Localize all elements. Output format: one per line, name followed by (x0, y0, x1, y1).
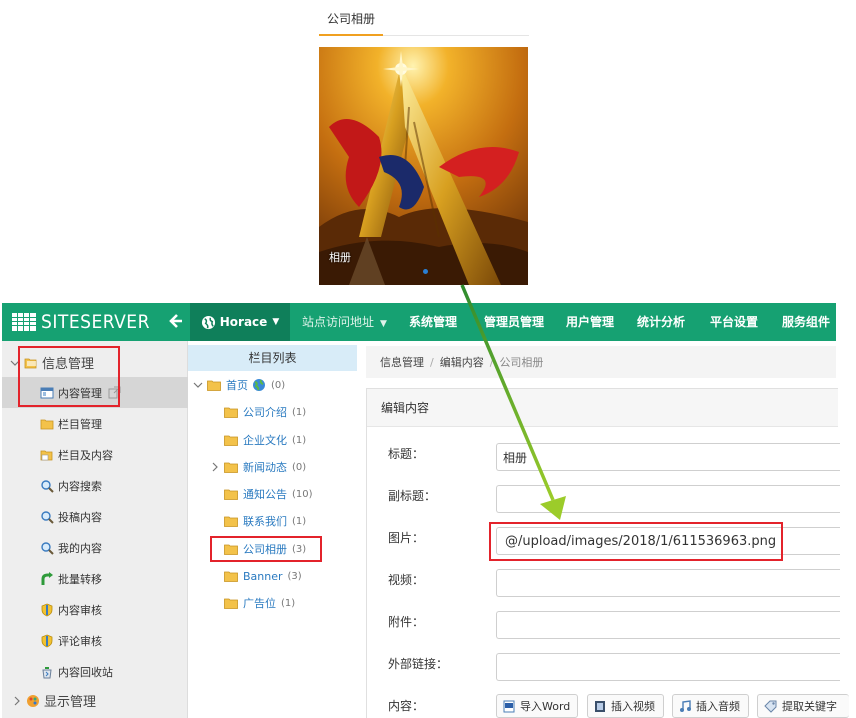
sidebar-item-my-content[interactable]: 我的内容 (2, 532, 188, 563)
collapse-sidebar-icon[interactable] (168, 313, 184, 329)
title-input[interactable] (496, 443, 840, 471)
subtitle-label: 副标题： (388, 489, 437, 503)
folder-icon (224, 489, 238, 500)
tag-icon (764, 700, 777, 713)
sidebar-item-content-manage[interactable]: 内容管理 (2, 377, 188, 408)
search-icon (41, 510, 54, 524)
sidebar-item-comment-review[interactable]: 评论审核 (2, 625, 188, 656)
nav-system[interactable]: 系统管理 (409, 303, 457, 341)
extract-keywords-button[interactable]: 提取关键字 (757, 694, 849, 718)
tree-root[interactable]: 首页 (0) (193, 375, 285, 395)
content-label: 内容： (388, 699, 425, 713)
recycle-icon (42, 666, 52, 678)
site-switch-button[interactable]: Horace ▼ (190, 303, 290, 341)
tree-item[interactable]: 企业文化 (1) (224, 430, 306, 450)
folder-icon (207, 380, 221, 391)
folder-icon (224, 598, 238, 609)
sidebar-item-batch-move[interactable]: 批量转移 (2, 563, 188, 594)
sidebar-group-info[interactable]: 信息管理 (2, 347, 188, 378)
breadcrumb-item[interactable]: 编辑内容 (440, 354, 484, 370)
logo: SITESERVER (12, 311, 150, 333)
chevron-down-icon (10, 360, 20, 366)
window-icon (40, 387, 54, 398)
attachment-input[interactable] (496, 611, 840, 639)
shield-icon (41, 634, 53, 647)
sidebar-item-content-search[interactable]: 内容搜索 (2, 470, 188, 501)
search-icon (41, 479, 54, 493)
channel-tree: 栏目列表 (188, 345, 358, 718)
insert-audio-button[interactable]: 插入音频 (672, 694, 749, 718)
logo-text: SITESERVER (41, 311, 150, 333)
nav-plugins[interactable]: 服务组件 (782, 303, 830, 341)
preview-caption: 相册 (329, 251, 351, 264)
external-link-input[interactable] (496, 653, 840, 681)
redirect-arrow-icon (41, 571, 53, 585)
tree-item[interactable]: 公司介绍 (1) (224, 402, 306, 422)
sidebar-item-channel-and-content[interactable]: 栏目及内容 (2, 439, 188, 470)
folder-open-icon (40, 450, 53, 460)
globe-icon[interactable] (252, 378, 266, 392)
subtitle-input[interactable] (496, 485, 840, 513)
caret-down-icon: ▼ (380, 319, 387, 329)
chevron-right-icon[interactable] (210, 462, 220, 472)
nav-admin[interactable]: 管理员管理 (484, 303, 544, 341)
sidebar-item-content-review[interactable]: 内容审核 (2, 594, 188, 625)
globe-icon (201, 315, 215, 329)
chevron-right-icon (14, 696, 20, 705)
logo-grid-icon (12, 313, 36, 331)
tree-item-album[interactable]: 公司相册 (3) (224, 539, 306, 559)
chevron-down-icon[interactable] (193, 380, 203, 390)
breadcrumb-current: 公司相册 (499, 356, 544, 369)
folder-open-icon (24, 358, 37, 368)
caret-down-icon: ▼ (272, 317, 280, 327)
word-doc-icon (503, 700, 515, 712)
music-note-icon (680, 699, 691, 712)
tree-item[interactable]: 广告位 (1) (224, 593, 295, 613)
folder-icon (224, 544, 238, 555)
attachment-label: 附件： (388, 615, 425, 629)
external-link-icon[interactable] (108, 386, 121, 399)
folder-icon (224, 462, 238, 473)
sidebar-group-display[interactable]: 显示管理 (2, 685, 188, 716)
external-link-label: 外部链接： (388, 657, 449, 671)
title-label: 标题： (388, 447, 425, 461)
sidebar-item-channel-manage[interactable]: 栏目管理 (2, 408, 188, 439)
top-header: SITESERVER Horace ▼ 站点访问地址 ▼ 系统管理 管理员管理 用… (2, 303, 836, 341)
shield-icon (41, 603, 53, 616)
carousel-dot[interactable] (423, 269, 428, 274)
nav-users[interactable]: 用户管理 (566, 303, 614, 341)
tree-header: 栏目列表 (188, 345, 357, 371)
folder-icon (40, 419, 54, 429)
breadcrumb: 信息管理 / 编辑内容 / 公司相册 (366, 346, 836, 378)
sidebar: 信息管理 内容管理 栏目管理 栏目及内容 内容搜索 投稿内容 我的内容 批量转移… (2, 341, 188, 718)
folder-icon (224, 571, 238, 582)
video-input[interactable] (496, 569, 840, 597)
nav-site-url[interactable]: 站点访问地址 ▼ (302, 303, 387, 341)
search-icon (41, 541, 54, 555)
sidebar-item-submissions[interactable]: 投稿内容 (2, 501, 188, 532)
tree-item[interactable]: 通知公告 (10) (224, 484, 313, 504)
preview-tab[interactable]: 公司相册 (319, 8, 383, 36)
folder-icon (224, 407, 238, 418)
image-url-input[interactable] (496, 527, 840, 555)
image-label: 图片： (388, 531, 425, 545)
panel-title: 编辑内容 (367, 389, 838, 427)
tree-item[interactable]: 联系我们 (1) (224, 511, 306, 531)
tree-item[interactable]: Banner (3) (224, 566, 302, 586)
import-word-button[interactable]: 导入Word (496, 694, 578, 718)
folder-icon (224, 435, 238, 446)
breadcrumb-item[interactable]: 信息管理 (380, 354, 424, 370)
nav-stats[interactable]: 统计分析 (637, 303, 685, 341)
tree-item[interactable]: 新闻动态 (0) (210, 457, 306, 477)
folder-icon (224, 516, 238, 527)
site-name: Horace (219, 315, 268, 329)
sidebar-item-recycle-bin[interactable]: 内容回收站 (2, 656, 188, 687)
nav-platform[interactable]: 平台设置 (710, 303, 758, 341)
palette-icon (27, 694, 39, 707)
video-label: 视频： (388, 573, 425, 587)
album-preview-image: 相册 (319, 47, 528, 285)
preview-tab-bar: 公司相册 (319, 8, 529, 36)
film-icon (595, 700, 605, 712)
insert-video-button[interactable]: 插入视频 (587, 694, 664, 718)
